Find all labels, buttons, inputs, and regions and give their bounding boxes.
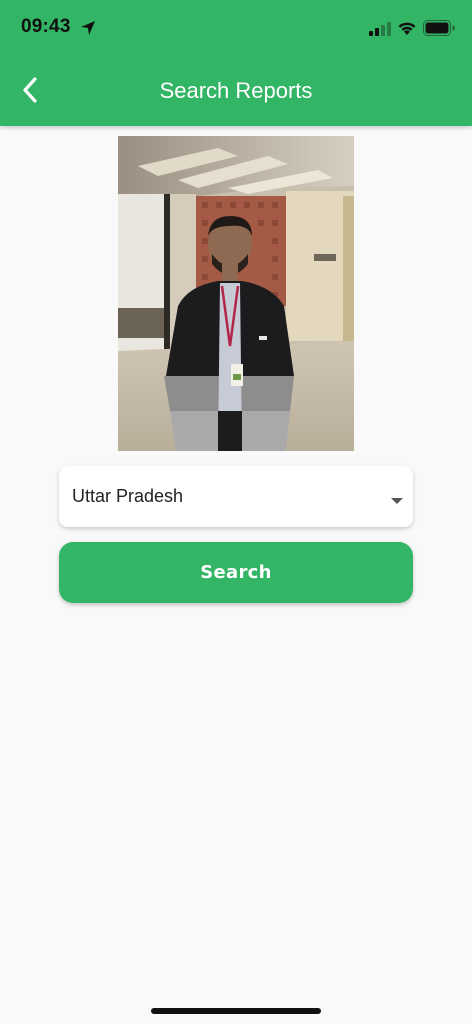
status-time: 09:43 bbox=[21, 16, 71, 37]
state-dropdown[interactable]: Uttar Pradesh bbox=[59, 466, 413, 527]
status-bar: 09:43 bbox=[0, 0, 472, 60]
battery-icon bbox=[423, 20, 455, 41]
app-bar: 09:43 Search Reports bbox=[0, 0, 472, 126]
wifi-icon bbox=[397, 20, 417, 41]
page-title: Search Reports bbox=[159, 78, 313, 103]
person-photo bbox=[118, 136, 354, 451]
search-button[interactable]: Search bbox=[59, 542, 413, 603]
cellular-signal-icon bbox=[369, 22, 391, 41]
state-dropdown-value: Uttar Pradesh bbox=[72, 486, 184, 506]
caret-down-icon bbox=[390, 492, 404, 510]
location-arrow-icon bbox=[80, 20, 96, 41]
home-indicator[interactable] bbox=[151, 1008, 321, 1014]
